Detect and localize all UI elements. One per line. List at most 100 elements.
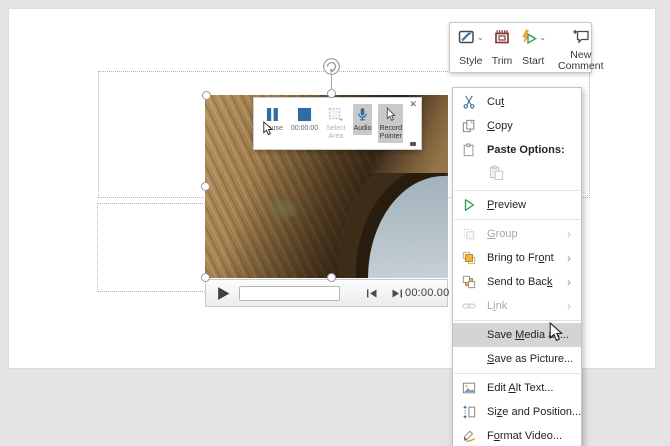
preview-icon bbox=[460, 198, 477, 212]
play-button[interactable] bbox=[213, 283, 233, 303]
recording-dock: ✕ Pause00:00:00Select AreaAudioRecord Po… bbox=[253, 97, 422, 150]
step-forward-icon bbox=[391, 288, 403, 299]
paste-options-row bbox=[453, 162, 581, 188]
rotate-icon bbox=[322, 57, 341, 76]
selection-handle-bottom-center[interactable] bbox=[327, 273, 336, 282]
pin-icon[interactable] bbox=[410, 142, 416, 146]
menu-item-link: Link› bbox=[453, 294, 581, 318]
menu-item-label: Edit Alt Text... bbox=[477, 382, 567, 394]
submenu-chevron-icon: › bbox=[567, 276, 576, 288]
style-icon: ⌄ bbox=[458, 29, 484, 50]
style-icon bbox=[458, 29, 476, 50]
bring-front-icon bbox=[460, 251, 477, 265]
group-icon bbox=[460, 227, 477, 241]
toolbar-button-start[interactable]: ⌄ Start bbox=[516, 27, 550, 68]
new-comment-icon bbox=[572, 29, 590, 50]
stop-icon bbox=[297, 106, 312, 122]
dock-button-label: 00:00:00 bbox=[291, 125, 318, 133]
menu-item-label: Save as Picture... bbox=[477, 353, 573, 365]
toolbar-button-label: Style bbox=[459, 56, 482, 67]
menu-item-format-video[interactable]: Format Video... bbox=[453, 424, 581, 446]
menu-item-size-and-position[interactable]: Size and Position... bbox=[453, 400, 581, 424]
seek-scrubber[interactable] bbox=[239, 286, 340, 301]
size-position-icon bbox=[460, 405, 477, 419]
link-icon bbox=[460, 299, 477, 313]
menu-item-label: Cut bbox=[477, 96, 567, 108]
selection-handle-mid-left[interactable] bbox=[201, 182, 210, 191]
menu-item-label: Bring to Front bbox=[477, 252, 567, 264]
menu-item-edit-alt-text[interactable]: Edit Alt Text... bbox=[453, 376, 581, 400]
submenu-chevron-icon: › bbox=[567, 300, 576, 312]
format-video-icon bbox=[460, 429, 477, 443]
new-comment-icon bbox=[572, 29, 590, 50]
move-forward-button[interactable] bbox=[388, 286, 405, 300]
pause-icon bbox=[266, 106, 279, 122]
menu-item-label: Size and Position... bbox=[477, 406, 581, 418]
menu-separator bbox=[454, 373, 580, 374]
toolbar-button-style[interactable]: ⌄ Style bbox=[454, 27, 488, 68]
start-icon: ⌄ bbox=[520, 29, 546, 50]
menu-item-send-to-back[interactable]: Send to Back› bbox=[453, 270, 581, 294]
menu-separator bbox=[454, 190, 580, 191]
toolbar-button-label: Start bbox=[522, 56, 544, 67]
dock-button-select-area: Select Area bbox=[325, 104, 346, 143]
selection-handle-top-center[interactable] bbox=[327, 89, 336, 98]
dock-button-label: Record Pointer bbox=[379, 125, 402, 141]
toolbar-button-label: Trim bbox=[492, 56, 513, 67]
copy-icon bbox=[460, 119, 477, 133]
move-back-button[interactable] bbox=[363, 286, 380, 300]
menu-item-copy[interactable]: Copy bbox=[453, 114, 581, 138]
mic-icon bbox=[357, 106, 368, 122]
select-area-icon bbox=[328, 106, 343, 122]
dock-button-audio[interactable]: Audio bbox=[353, 104, 373, 135]
mouse-cursor-ghost bbox=[263, 121, 273, 141]
play-icon bbox=[216, 286, 231, 301]
dock-button-label: Audio bbox=[354, 125, 372, 133]
toolbar-button-label: New Comment bbox=[558, 50, 604, 72]
step-back-icon bbox=[366, 288, 378, 299]
rotation-handle[interactable] bbox=[322, 57, 341, 81]
selection-handle-top-left[interactable] bbox=[202, 91, 211, 100]
menu-item-label: Copy bbox=[477, 120, 567, 132]
dropdown-caret-icon[interactable]: ⌄ bbox=[477, 34, 484, 42]
paste-option-button[interactable] bbox=[484, 164, 508, 186]
mouse-cursor bbox=[549, 322, 563, 347]
menu-item-cut[interactable]: Cut bbox=[453, 90, 581, 114]
submenu-chevron-icon: › bbox=[567, 228, 576, 240]
menu-item-bring-to-front[interactable]: Bring to Front› bbox=[453, 246, 581, 270]
send-back-icon bbox=[460, 275, 477, 289]
menu-item-label: Preview bbox=[477, 199, 567, 211]
clipboard-icon bbox=[460, 143, 477, 157]
menu-item-group: Group› bbox=[453, 222, 581, 246]
context-menu: CutCopyPaste Options:PreviewGroup›Bring … bbox=[452, 87, 582, 446]
menu-separator bbox=[454, 320, 580, 321]
menu-item-preview[interactable]: Preview bbox=[453, 193, 581, 217]
trim-icon bbox=[494, 29, 510, 50]
trim-icon bbox=[494, 29, 510, 50]
start-icon bbox=[520, 29, 538, 50]
paste-icon bbox=[489, 165, 504, 185]
powerpoint-window: 00:00.00 ✕ Pause00:00:00Select AreaAudio… bbox=[0, 0, 670, 446]
dropdown-caret-icon[interactable]: ⌄ bbox=[539, 34, 546, 42]
media-time: 00:00.00 bbox=[405, 287, 449, 299]
alt-text-icon bbox=[460, 381, 477, 395]
menu-item-paste-options[interactable]: Paste Options: bbox=[453, 138, 581, 162]
menu-item-label: Paste Options: bbox=[477, 144, 567, 156]
menu-item-save-as-picture[interactable]: Save as Picture... bbox=[453, 347, 581, 371]
submenu-chevron-icon: › bbox=[567, 252, 576, 264]
toolbar-button-trim[interactable]: Trim bbox=[488, 27, 517, 68]
pointer-icon bbox=[385, 106, 396, 122]
scissors-icon bbox=[460, 95, 477, 109]
menu-item-label: Link bbox=[477, 300, 567, 312]
toolbar-button-new-comment[interactable]: New Comment bbox=[554, 27, 608, 68]
dock-button-label: Select Area bbox=[326, 125, 345, 141]
dock-button-record-pointer[interactable]: Record Pointer bbox=[378, 104, 403, 143]
close-icon[interactable]: ✕ bbox=[409, 100, 417, 109]
dock-button-stop[interactable]: 00:00:00 bbox=[290, 104, 319, 135]
media-playbar: 00:00.00 bbox=[205, 279, 448, 307]
mini-toolbar: ⌄StyleTrim⌄StartNew Comment bbox=[449, 22, 592, 73]
selection-handle-bottom-left[interactable] bbox=[201, 273, 210, 282]
menu-item-label: Group bbox=[477, 228, 567, 240]
menu-item-label: Format Video... bbox=[477, 430, 567, 442]
menu-separator bbox=[454, 219, 580, 220]
